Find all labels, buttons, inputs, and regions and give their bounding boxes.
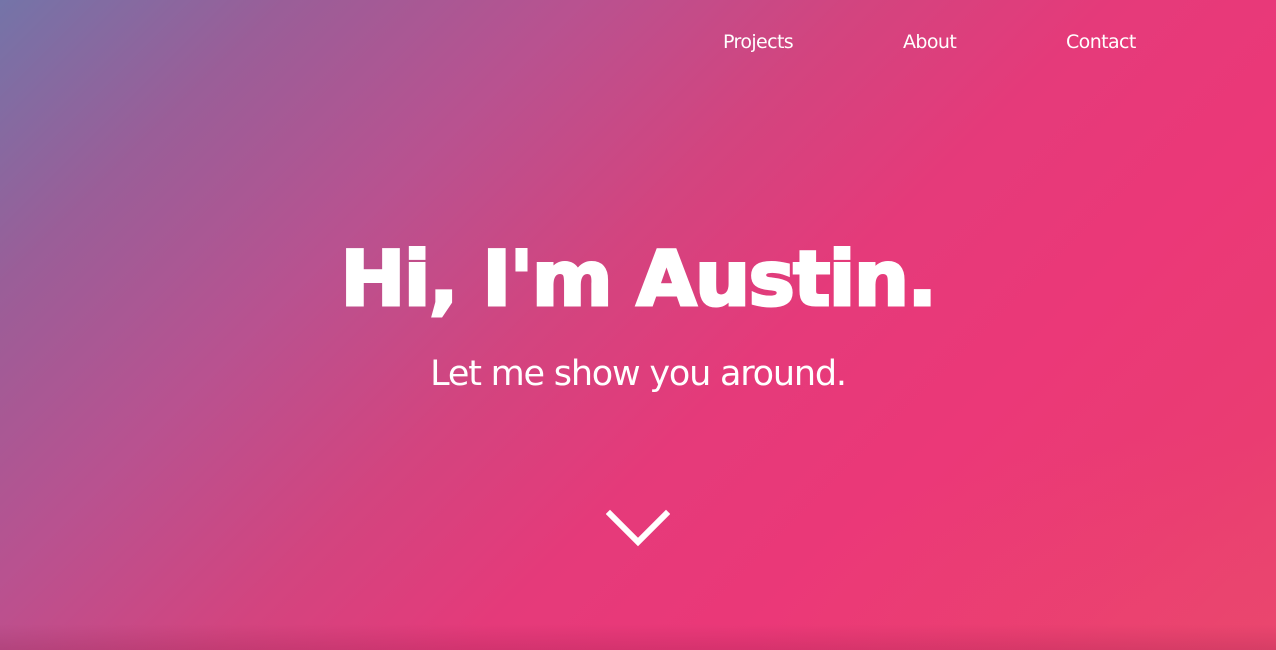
top-nav: Projects About Contact — [0, 31, 1276, 61]
chevron-down-icon[interactable] — [606, 508, 670, 550]
nav-link-projects[interactable]: Projects — [723, 31, 794, 53]
nav-link-about[interactable]: About — [903, 31, 957, 53]
hero-section: Projects About Contact Hi, I'm Austin. L… — [0, 0, 1276, 650]
nav-link-contact[interactable]: Contact — [1066, 31, 1136, 53]
hero-subheadline: Let me show you around. — [430, 354, 847, 394]
hero-headline: Hi, I'm Austin. — [339, 233, 938, 325]
